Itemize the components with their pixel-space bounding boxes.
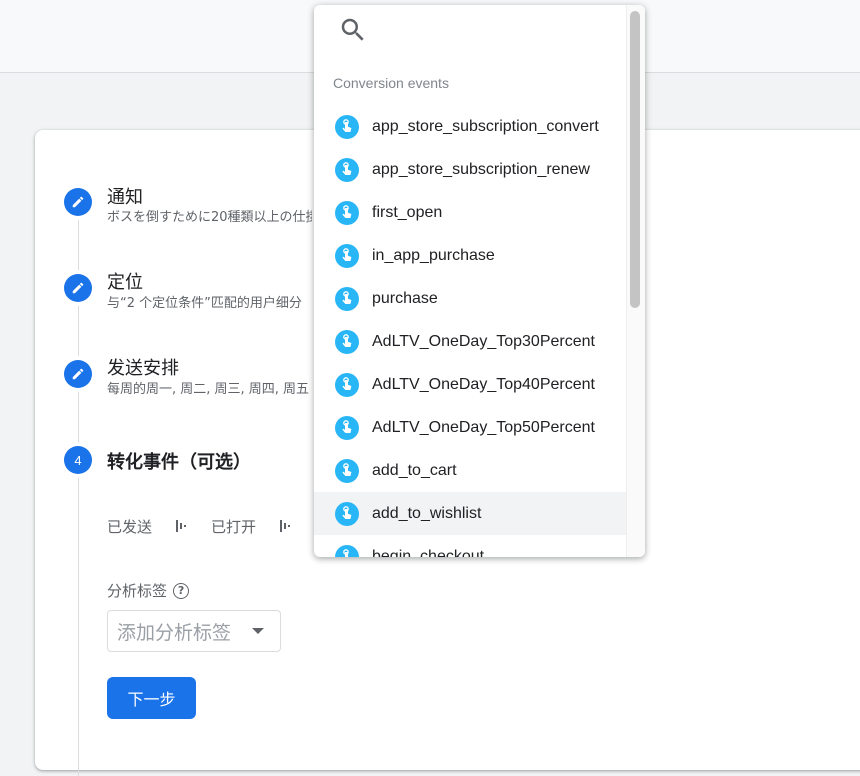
analytics-label-select[interactable]: 添加分析标签 [107,610,281,652]
step-4-number: 4 [64,446,92,474]
event-item-label: app_store_subscription_renew [372,160,590,178]
event-item[interactable]: begin_checkout [314,535,626,557]
touch-icon [335,415,359,440]
step-2-title[interactable]: 定位 [107,268,143,294]
event-item[interactable]: app_store_subscription_renew [314,148,626,191]
event-item[interactable]: first_open [314,191,626,234]
touch-icon [335,501,359,526]
event-item-label: purchase [372,289,438,307]
metric-opened-bars-icon[interactable] [279,519,291,533]
event-item[interactable]: add_to_cart [314,449,626,492]
event-item-label: add_to_wishlist [372,504,482,522]
event-item[interactable]: AdLTV_OneDay_Top30Percent [314,320,626,363]
event-item[interactable]: purchase [314,277,626,320]
metric-opened: 已打开 [211,518,257,536]
step-3-subtitle: 每周的周一, 周二, 周三, 周四, 周五 [107,382,310,397]
step-1-edit-icon[interactable] [64,188,92,216]
metric-sent: 已发送 [107,518,153,536]
metric-sent-bars-icon[interactable] [175,519,187,533]
event-list: app_store_subscription_convert app_store_… [314,105,626,557]
event-item-label: AdLTV_OneDay_Top30Percent [372,332,595,350]
analytics-label-row: 分析标签 ? [107,580,190,601]
touch-icon [335,286,359,311]
touch-icon [335,114,359,139]
step-2-edit-icon[interactable] [64,274,92,302]
touch-icon [335,200,359,225]
step-4-title: 转化事件（可选） [107,452,251,473]
dropdown-arrow-icon [252,628,264,634]
section-label: Conversion events [333,75,449,91]
touch-icon [335,544,359,557]
step-1-subtitle: ボスを倒すために20種類以上の仕掛けが [107,210,312,225]
event-item-label: AdLTV_OneDay_Top50Percent [372,418,595,436]
event-item[interactable]: in_app_purchase [314,234,626,277]
touch-icon [335,458,359,483]
touch-icon [335,157,359,182]
conversion-events-dropdown: Conversion events app_store_subscription… [314,5,645,557]
step-3-edit-icon[interactable] [64,360,92,388]
touch-icon [335,243,359,268]
step-2-subtitle: 与“2 个定位条件”匹配的用户细分 [107,296,302,311]
event-item[interactable]: AdLTV_OneDay_Top50Percent [314,406,626,449]
help-icon[interactable]: ? [173,582,190,599]
event-item-label: in_app_purchase [372,246,495,264]
event-item[interactable]: add_to_wishlist [314,492,626,535]
search-icon[interactable] [338,15,368,45]
scrollbar-thumb[interactable] [630,11,640,308]
event-item-label: begin_checkout [372,547,485,558]
touch-icon [335,329,359,354]
event-item-label: first_open [372,203,443,221]
event-item[interactable]: app_store_subscription_convert [314,105,626,148]
step-3-title[interactable]: 发送安排 [107,354,179,380]
event-item-label: add_to_cart [372,461,457,479]
touch-icon [335,372,359,397]
analytics-label-placeholder: 添加分析标签 [117,621,232,644]
analytics-label: 分析标签 [107,582,168,600]
next-button[interactable]: 下一步 [107,677,196,719]
event-item[interactable]: AdLTV_OneDay_Top40Percent [314,363,626,406]
event-item-label: app_store_subscription_convert [372,117,599,135]
event-item-label: AdLTV_OneDay_Top40Percent [372,375,595,393]
